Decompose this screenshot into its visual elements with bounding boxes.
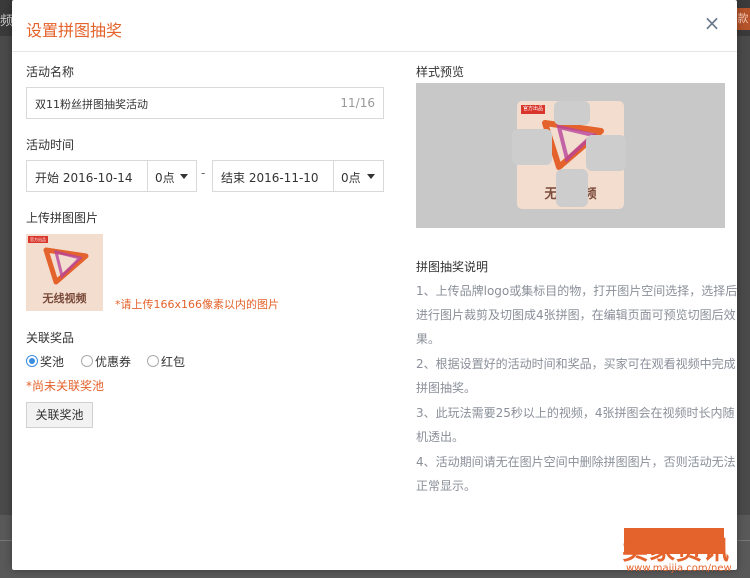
radio-checked-icon (26, 355, 38, 367)
upload-hint: *请上传166x166像素以内的图片 (115, 298, 280, 311)
puzzle-piece-bottom (556, 169, 588, 207)
description-line: 3、此玩法需要25秒以上的视频，4张拼图会在视频时长内随 (416, 406, 735, 420)
date-separator: - (201, 166, 206, 180)
end-date-input[interactable]: 结束 2016-11-10 (213, 161, 334, 191)
end-date-group: 结束 2016-11-10 0点 (212, 160, 384, 192)
start-hour-value: 0点 (155, 171, 175, 185)
start-hour-select[interactable]: 0点 (148, 161, 196, 191)
background-right-tab: 款 (736, 8, 750, 30)
activity-name-counter: 11/16 (340, 96, 375, 110)
close-icon[interactable]: × (701, 12, 723, 34)
link-prize-pool-button[interactable]: 关联奖池 (26, 402, 93, 428)
dialog-header: 设置拼图抽奖 × (12, 0, 737, 52)
activity-time-label: 活动时间 (26, 138, 75, 152)
puzzle-image-thumbnail[interactable]: 官方出品 无线视频 (26, 234, 103, 311)
chevron-down-icon (180, 174, 188, 179)
puzzle-piece-top (554, 101, 590, 125)
puzzle-lottery-dialog: 设置拼图抽奖 × 活动名称 双11粉丝拼图抽奖活动 11/16 活动时间 开始 … (12, 0, 737, 570)
radio-red-packet[interactable]: 红包 (147, 353, 195, 369)
style-preview: 官方出品 无线视频 (416, 83, 725, 228)
end-hour-select[interactable]: 0点 (334, 161, 383, 191)
description-line: 2、根据设置好的活动时间和奖品，买家可在观看视频中完成 (416, 357, 736, 371)
activity-name-label: 活动名称 (26, 65, 75, 79)
preview-label: 样式预览 (416, 65, 465, 79)
watermark-text: 卖家资讯 (622, 536, 731, 566)
description-line: 果。 (416, 332, 441, 346)
description-line: 机透出。 (416, 430, 465, 444)
puzzle-piece-left (512, 129, 552, 165)
description-line: 4、活动期间请无在图片空间中删除拼图图片，否则活动无法 (416, 455, 736, 469)
activity-name-input[interactable]: 双11粉丝拼图抽奖活动 11/16 (26, 87, 384, 119)
prize-label: 关联奖品 (26, 331, 75, 345)
radio-unchecked-icon (147, 355, 159, 367)
start-date-group: 开始 2016-10-14 0点 (26, 160, 197, 192)
start-date-value: 开始 2016-10-14 (35, 171, 133, 185)
radio-prize-pool[interactable]: 奖池 (26, 353, 74, 369)
radio-coupon-label: 优惠券 (95, 355, 132, 369)
start-date-input[interactable]: 开始 2016-10-14 (27, 161, 148, 191)
radio-red-packet-label: 红包 (161, 355, 186, 369)
dialog-title: 设置拼图抽奖 (26, 21, 123, 40)
description-line: 1、上传品牌logo或集标目的物，打开图片空间选择，选择后 (416, 284, 738, 298)
activity-name-value: 双11粉丝拼图抽奖活动 (35, 98, 148, 111)
radio-prize-pool-label: 奖池 (40, 355, 65, 369)
puzzle-piece-right (586, 135, 626, 171)
site-watermark: 卖家资讯 www.maijia.com/new (622, 528, 750, 578)
watermark-url: www.maijia.com/new (626, 563, 732, 574)
description-line: 正常显示。 (416, 479, 477, 493)
description-line: 拼图抽奖。 (416, 381, 477, 395)
description-line: 进行图片裁剪及切图成4张拼图，在编辑页面可预览切图后效 (416, 308, 736, 322)
radio-coupon[interactable]: 优惠券 (81, 353, 141, 369)
end-hour-value: 0点 (341, 171, 361, 185)
chevron-down-icon (367, 174, 375, 179)
end-date-value: 结束 2016-11-10 (221, 171, 319, 185)
thumbnail-text: 无线视频 (42, 292, 87, 305)
upload-label: 上传拼图图片 (26, 211, 99, 225)
radio-unchecked-icon (81, 355, 93, 367)
prize-warning: *尚未关联奖池 (26, 379, 105, 393)
description-title: 拼图抽奖说明 (416, 260, 489, 274)
